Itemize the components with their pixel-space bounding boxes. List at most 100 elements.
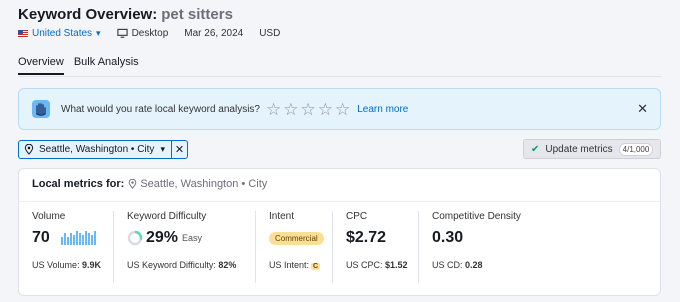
trend-bar	[90, 235, 93, 245]
trend-bar	[87, 233, 90, 245]
intent-badge: Commercial	[269, 231, 324, 245]
location-filter-chip: Seattle, Washington • City ▾ ✕	[18, 140, 188, 159]
intent-label: Intent	[269, 211, 295, 222]
star-icon[interactable]: ☆	[335, 101, 350, 118]
local-metrics-card: Local metrics for: Seattle, Washington •…	[18, 168, 661, 296]
metric-keyword-difficulty: Keyword Difficulty 29% Easy US Keyword D…	[113, 211, 255, 283]
metric-intent: Intent Commercial US Intent: C	[255, 211, 332, 283]
local-metrics-location: Seattle, Washington • City	[128, 178, 267, 190]
volume-value-row: 70	[32, 228, 113, 248]
kd-level: Easy	[182, 233, 203, 243]
update-count-badge: 4/1,000	[618, 142, 654, 156]
us-intent-badge: C	[311, 263, 321, 270]
us-intent: US Intent: C	[269, 260, 332, 270]
kd-value-row: 29% Easy	[127, 228, 255, 248]
feedback-banner: What would you rate local keyword analys…	[18, 88, 661, 130]
us-volume-value: 9.9K	[82, 260, 102, 270]
location-type: City	[137, 144, 155, 155]
rating-stars: ☆ ☆ ☆ ☆ ☆	[266, 101, 352, 118]
device-selector[interactable]: Desktop	[116, 28, 169, 39]
star-icon[interactable]: ☆	[300, 101, 315, 118]
map-pin-icon	[24, 144, 34, 155]
local-metrics-heading: Local metrics for: Seattle, Washington •…	[32, 178, 267, 190]
kd-label: Keyword Difficulty	[127, 211, 207, 222]
star-icon[interactable]: ☆	[266, 101, 281, 118]
tab-overview[interactable]: Overview	[18, 56, 64, 75]
page-title: Keyword Overview: pet sitters	[18, 6, 233, 23]
volume-label: Volume	[32, 211, 66, 222]
report-meta-bar: United States ▾ Desktop Mar 26, 2024 USD	[18, 28, 296, 39]
map-pin-icon	[129, 179, 137, 189]
cd-label: Competitive Density	[432, 211, 521, 222]
tabs-divider	[18, 76, 662, 77]
us-cpc: US CPC: $1.52	[346, 260, 418, 270]
feedback-question: What would you rate local keyword analys…	[61, 103, 260, 115]
checkmark-icon: ✔	[531, 143, 540, 155]
us-kd-label: US Keyword Difficulty:	[127, 260, 216, 270]
star-icon[interactable]: ☆	[283, 101, 298, 118]
trend-bar	[63, 233, 66, 245]
local-metrics-city: Seattle, Washington	[140, 178, 239, 190]
trend-bar	[78, 233, 81, 245]
us-cd-value: 0.28	[465, 260, 483, 270]
location-selector[interactable]: Seattle, Washington • City ▾	[19, 141, 172, 158]
close-icon[interactable]: ✕	[637, 101, 648, 117]
clear-location-icon[interactable]: ✕	[172, 143, 187, 156]
keyword-text: pet sitters	[161, 6, 233, 23]
trend-bar	[66, 237, 69, 245]
local-metrics-dot: •	[238, 178, 249, 190]
us-cpc-value: $1.52	[385, 260, 408, 270]
date-label: Mar 26, 2024	[184, 28, 244, 39]
metric-cpc: CPC $2.72 US CPC: $1.52	[332, 211, 418, 283]
country-selector[interactable]: United States ▾	[18, 28, 101, 39]
cpc-value-row: $2.72	[346, 228, 418, 248]
page-header: Keyword Overview: pet sitters	[18, 6, 233, 23]
trend-bar	[93, 231, 96, 245]
raised-hand-icon	[32, 100, 50, 118]
card-divider	[19, 201, 660, 202]
kd-value: 29%	[146, 229, 179, 246]
trend-bar	[72, 235, 75, 245]
volume-value: 70	[32, 229, 50, 246]
currency-selector[interactable]: USD	[259, 28, 280, 39]
update-metrics-label: Update metrics	[545, 143, 613, 155]
us-cpc-label: US CPC:	[346, 260, 383, 270]
us-intent-label: US Intent:	[269, 260, 310, 270]
location-city: Seattle, Washington	[39, 144, 129, 155]
learn-more-link[interactable]: Learn more	[357, 104, 408, 115]
update-metrics-button[interactable]: ✔ Update metrics 4/1,000	[523, 139, 661, 159]
us-kd-value: 82%	[218, 260, 237, 270]
metric-competitive-density: Competitive Density 0.30 US CD: 0.28	[418, 211, 661, 283]
country-label: United States	[32, 28, 93, 39]
us-cd-label: US CD:	[432, 260, 463, 270]
cd-value: 0.30	[432, 229, 464, 246]
trend-bar	[81, 235, 84, 245]
difficulty-ring-icon	[127, 230, 143, 246]
local-metrics-type: City	[248, 178, 268, 190]
intent-value-row: Commercial	[269, 228, 332, 248]
page-title-label: Keyword Overview:	[18, 6, 158, 23]
us-cd: US CD: 0.28	[432, 260, 661, 270]
us-flag-icon	[18, 30, 28, 37]
report-tabs: Overview Bulk Analysis	[18, 56, 149, 75]
tab-bulk-analysis[interactable]: Bulk Analysis	[74, 56, 139, 75]
desktop-icon	[116, 28, 128, 38]
us-kd: US Keyword Difficulty: 82%	[127, 260, 255, 270]
local-metrics-title: Local metrics for:	[32, 178, 125, 190]
star-icon[interactable]: ☆	[318, 101, 333, 118]
trend-bar	[69, 233, 72, 245]
cd-value-row: 0.30	[432, 228, 661, 248]
device-label: Desktop	[131, 28, 169, 39]
location-dot: •	[128, 144, 138, 155]
metric-volume: Volume 70 US Volume: 9.9K	[19, 211, 113, 283]
currency-label: USD	[259, 28, 281, 39]
cpc-label: CPC	[346, 211, 368, 222]
chevron-down-icon: ▾	[160, 144, 165, 154]
chevron-down-icon: ▾	[96, 28, 101, 38]
us-volume-label: US Volume:	[32, 260, 80, 270]
trend-bar	[84, 231, 87, 245]
date-selector[interactable]: Mar 26, 2024	[184, 28, 243, 39]
volume-trend-chart	[60, 231, 97, 245]
us-volume: US Volume: 9.9K	[32, 260, 113, 270]
cpc-value: $2.72	[346, 229, 387, 246]
